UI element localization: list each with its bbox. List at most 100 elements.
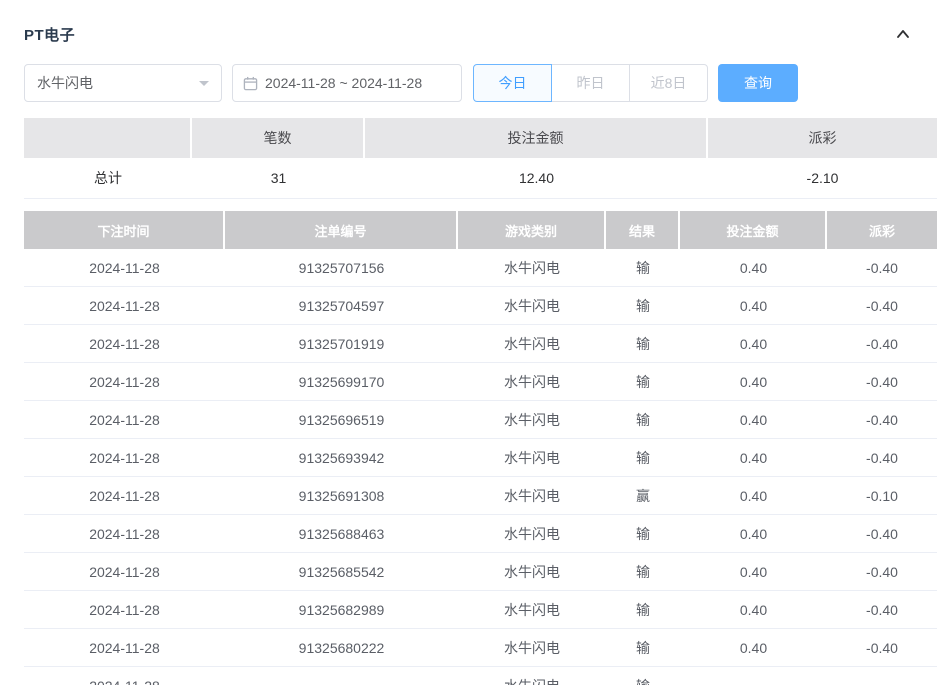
bet-order-id: 91325685542 xyxy=(225,553,458,591)
collapse-button[interactable] xyxy=(895,26,911,42)
quick-filter-last8days[interactable]: 近8日 xyxy=(629,64,708,102)
bet-result: 输 xyxy=(606,515,680,553)
bet-time: 2024-11-28 xyxy=(24,439,225,477)
bet-order-id: 91325691308 xyxy=(225,477,458,515)
quick-filter-yesterday[interactable]: 昨日 xyxy=(551,64,630,102)
quick-filter-group: 今日 昨日 近8日 xyxy=(473,64,708,102)
bet-time: 2024-11-28 xyxy=(24,667,225,685)
bet-result: 输 xyxy=(606,363,680,401)
table-row: 2024-11-28 水牛闪电 输 xyxy=(24,667,937,685)
bet-amount: 0.40 xyxy=(680,287,827,325)
bets-table: 下注时间 注单编号 游戏类别 结果 投注金额 派彩 2024-11-28 913… xyxy=(24,211,937,685)
bet-order-id: 91325693942 xyxy=(225,439,458,477)
search-button[interactable]: 查询 xyxy=(718,64,798,102)
bet-result: 输 xyxy=(606,667,680,685)
table-row: 2024-11-28 91325701919 水牛闪电 输 0.40 -0.40 xyxy=(24,325,937,363)
bet-order-id: 91325701919 xyxy=(225,325,458,363)
bet-result: 赢 xyxy=(606,477,680,515)
bet-amount: 0.40 xyxy=(680,401,827,439)
bets-header-game-type: 游戏类别 xyxy=(458,211,606,249)
summary-total-label: 总计 xyxy=(24,158,192,199)
bet-result: 输 xyxy=(606,401,680,439)
bets-table-body: 2024-11-28 91325707156 水牛闪电 输 0.40 -0.40… xyxy=(24,249,937,685)
bets-header-payout: 派彩 xyxy=(827,211,937,249)
bet-game-type: 水牛闪电 xyxy=(458,553,606,591)
bet-payout: -0.40 xyxy=(827,591,937,629)
bet-time: 2024-11-28 xyxy=(24,287,225,325)
bet-time: 2024-11-28 xyxy=(24,477,225,515)
bet-order-id: 91325704597 xyxy=(225,287,458,325)
bet-order-id xyxy=(225,667,458,685)
bet-payout: -0.40 xyxy=(827,629,937,667)
bet-amount: 0.40 xyxy=(680,515,827,553)
quick-filter-today[interactable]: 今日 xyxy=(473,64,552,102)
bet-payout: -0.40 xyxy=(827,363,937,401)
bet-game-type: 水牛闪电 xyxy=(458,667,606,685)
bet-amount xyxy=(680,667,827,685)
bet-amount: 0.40 xyxy=(680,629,827,667)
bet-game-type: 水牛闪电 xyxy=(458,591,606,629)
date-range-value: 2024-11-28 ~ 2024-11-28 xyxy=(265,75,422,91)
bet-game-type: 水牛闪电 xyxy=(458,249,606,287)
bets-header-order-id: 注单编号 xyxy=(225,211,458,249)
bet-game-type: 水牛闪电 xyxy=(458,287,606,325)
table-row: 2024-11-28 91325707156 水牛闪电 输 0.40 -0.40 xyxy=(24,249,937,287)
summary-total-bet-amount: 12.40 xyxy=(365,158,708,199)
bet-time: 2024-11-28 xyxy=(24,363,225,401)
bet-amount: 0.40 xyxy=(680,325,827,363)
bet-result: 输 xyxy=(606,287,680,325)
bet-game-type: 水牛闪电 xyxy=(458,515,606,553)
bet-amount: 0.40 xyxy=(680,591,827,629)
bet-game-type: 水牛闪电 xyxy=(458,325,606,363)
bet-time: 2024-11-28 xyxy=(24,401,225,439)
bet-result: 输 xyxy=(606,591,680,629)
bet-amount: 0.40 xyxy=(680,439,827,477)
summary-table: 笔数 投注金额 派彩 总计 31 12.40 -2.10 xyxy=(24,118,937,199)
bet-result: 输 xyxy=(606,325,680,363)
game-select[interactable]: 水牛闪电 xyxy=(24,64,222,102)
bet-result: 输 xyxy=(606,629,680,667)
table-row: 2024-11-28 91325693942 水牛闪电 输 0.40 -0.40 xyxy=(24,439,937,477)
bet-payout: -0.40 xyxy=(827,287,937,325)
panel-title: PT电子 xyxy=(24,24,75,45)
bet-payout: -0.10 xyxy=(827,477,937,515)
bet-order-id: 91325696519 xyxy=(225,401,458,439)
table-row: 2024-11-28 91325696519 水牛闪电 输 0.40 -0.40 xyxy=(24,401,937,439)
bet-amount: 0.40 xyxy=(680,249,827,287)
summary-header-payout: 派彩 xyxy=(708,118,937,158)
chevron-down-icon xyxy=(199,81,209,91)
bet-order-id: 91325699170 xyxy=(225,363,458,401)
bet-order-id: 91325682989 xyxy=(225,591,458,629)
bet-order-id: 91325707156 xyxy=(225,249,458,287)
bet-time: 2024-11-28 xyxy=(24,249,225,287)
filter-bar: 水牛闪电 2024-11-28 ~ 2024-11-28 今日 昨日 近8日 查… xyxy=(24,64,937,102)
bets-header-time: 下注时间 xyxy=(24,211,225,249)
bet-payout: -0.40 xyxy=(827,325,937,363)
summary-header-row: 笔数 投注金额 派彩 xyxy=(24,118,937,158)
bet-time: 2024-11-28 xyxy=(24,591,225,629)
table-row: 2024-11-28 91325704597 水牛闪电 输 0.40 -0.40 xyxy=(24,287,937,325)
bet-payout: -0.40 xyxy=(827,439,937,477)
bet-payout: -0.40 xyxy=(827,515,937,553)
bet-game-type: 水牛闪电 xyxy=(458,363,606,401)
bet-time: 2024-11-28 xyxy=(24,553,225,591)
bets-header-result: 结果 xyxy=(606,211,680,249)
summary-header-bet-amount: 投注金额 xyxy=(365,118,708,158)
summary-header-empty xyxy=(24,118,192,158)
bet-time: 2024-11-28 xyxy=(24,629,225,667)
bet-order-id: 91325688463 xyxy=(225,515,458,553)
table-row: 2024-11-28 91325682989 水牛闪电 输 0.40 -0.40 xyxy=(24,591,937,629)
summary-total-count: 31 xyxy=(192,158,365,199)
bet-result: 输 xyxy=(606,439,680,477)
panel-titlebar: PT电子 xyxy=(24,20,937,48)
date-range-input[interactable]: 2024-11-28 ~ 2024-11-28 xyxy=(232,64,462,102)
bet-payout xyxy=(827,667,937,685)
bet-payout: -0.40 xyxy=(827,249,937,287)
bet-payout: -0.40 xyxy=(827,553,937,591)
table-row: 2024-11-28 91325699170 水牛闪电 输 0.40 -0.40 xyxy=(24,363,937,401)
table-row: 2024-11-28 91325688463 水牛闪电 输 0.40 -0.40 xyxy=(24,515,937,553)
bet-time: 2024-11-28 xyxy=(24,515,225,553)
calendar-icon xyxy=(243,76,258,91)
chevron-up-icon xyxy=(896,29,910,39)
bet-game-type: 水牛闪电 xyxy=(458,629,606,667)
